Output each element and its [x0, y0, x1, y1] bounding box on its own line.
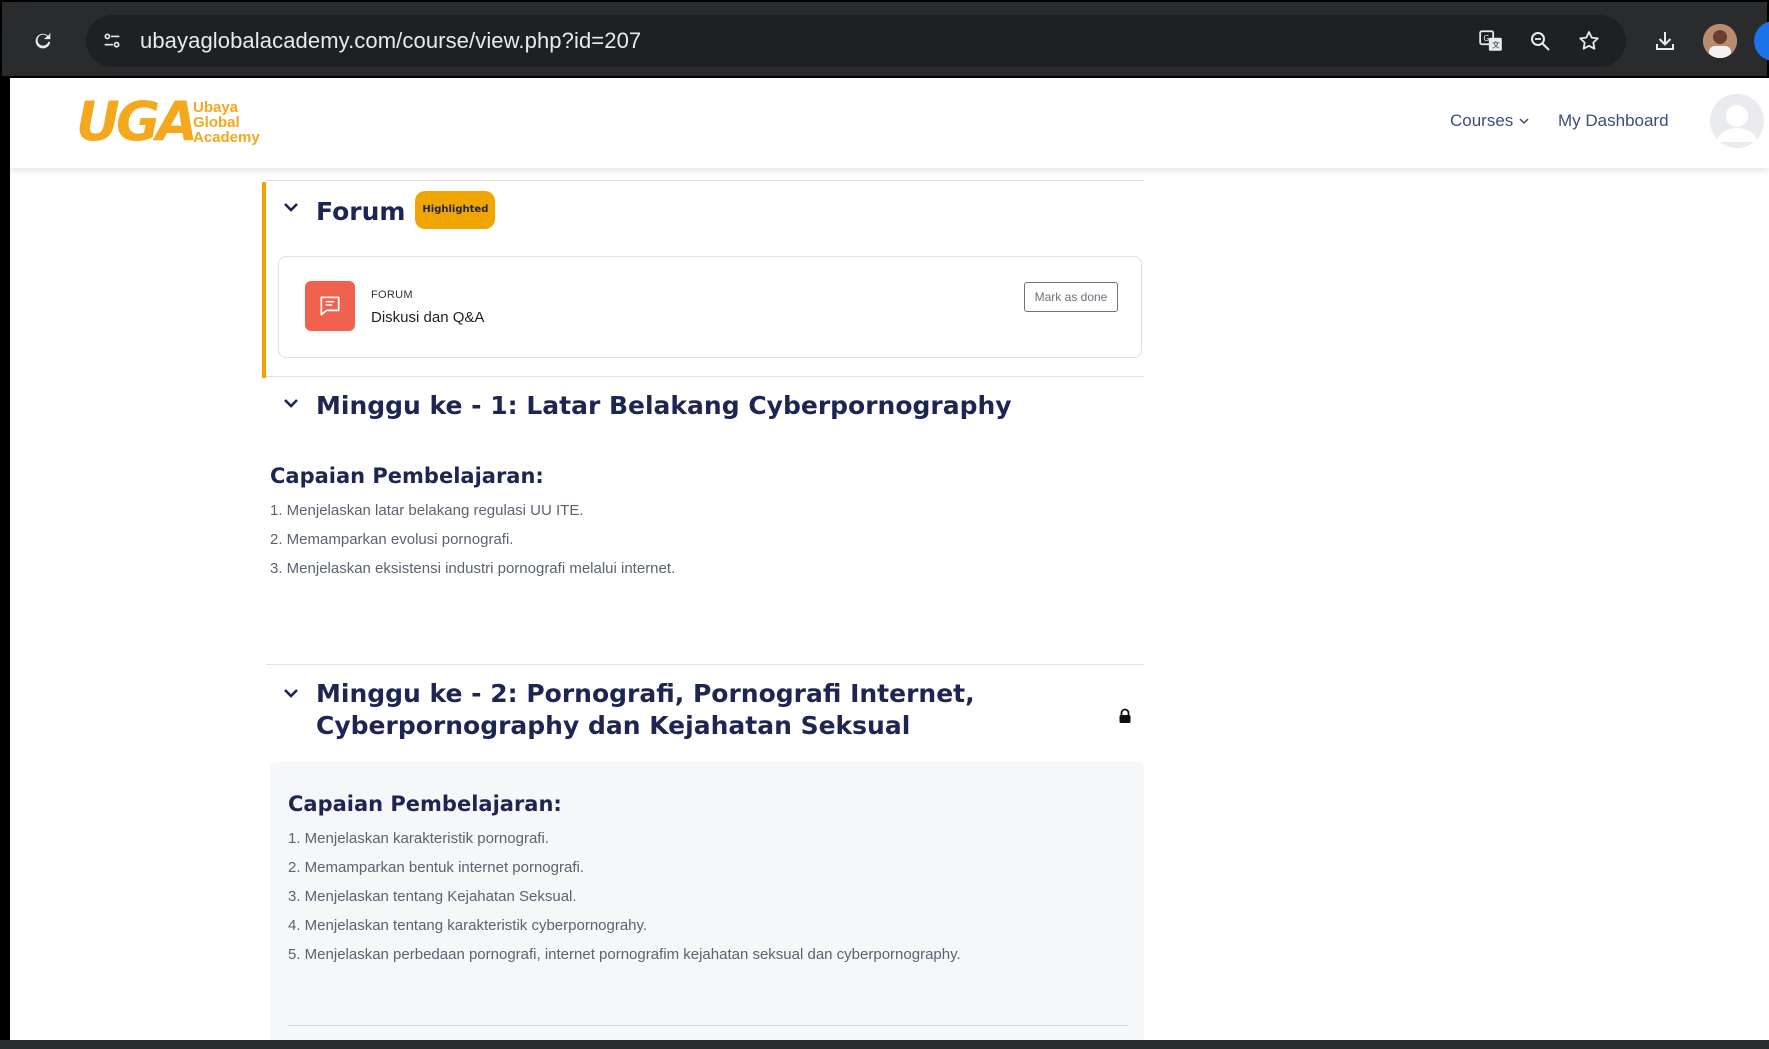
site-logo[interactable]: UGA Ubaya Global Academy — [76, 90, 276, 156]
week2-outcomes-list: 1. Menjelaskan karakteristik pornografi.… — [288, 824, 961, 969]
week2-learning-outcomes-heading: Capaian Pembelajaran: — [288, 792, 562, 816]
week2-title: Minggu ke - 2: Pornografi, Pornografi In… — [316, 679, 975, 740]
section-divider — [288, 1025, 1128, 1026]
svg-text:文: 文 — [1492, 40, 1500, 50]
zoom-icon[interactable] — [1525, 26, 1555, 56]
list-item: 3. Menjelaskan eksistensi industri porno… — [270, 560, 676, 577]
forum-activity-card[interactable]: FORUM Diskusi dan Q&A Mark as done — [278, 256, 1142, 358]
reload-icon[interactable] — [28, 26, 58, 56]
list-item: 2. Memamparkan evolusi pornografi. — [270, 531, 514, 548]
svg-text:G: G — [1483, 34, 1489, 43]
download-icon[interactable] — [1650, 26, 1680, 56]
url-text[interactable]: ubayaglobalacademy.com/course/view.php?i… — [140, 28, 641, 54]
forum-icon — [305, 281, 355, 331]
highlighted-badge: Highlighted — [415, 191, 496, 229]
activity-link[interactable]: Diskusi dan Q&A — [371, 309, 484, 326]
activity-type-label: FORUM — [371, 289, 413, 301]
translate-icon[interactable]: G文 — [1476, 26, 1506, 56]
user-avatar[interactable] — [1710, 94, 1764, 148]
section-divider — [266, 664, 1144, 665]
profile-avatar[interactable] — [1703, 24, 1737, 58]
week1-outcomes-list: 1. Menjelaskan latar belakang regulasi U… — [270, 496, 675, 583]
list-item: 1. Menjelaskan latar belakang regulasi U… — [270, 502, 584, 519]
chevron-down-icon[interactable] — [282, 678, 304, 706]
section-divider — [266, 376, 1144, 377]
site-navbar: UGA Ubaya Global Academy Courses My Dash… — [10, 78, 1769, 168]
nav-my-dashboard[interactable]: My Dashboard — [1558, 111, 1669, 131]
forum-section-title: Forum Highlighted — [316, 191, 496, 232]
mark-as-done-button[interactable]: Mark as done — [1024, 282, 1118, 312]
list-item: 3. Menjelaskan tentang Kejahatan Seksual… — [288, 888, 577, 905]
section-divider — [266, 180, 1144, 181]
lock-icon — [1119, 708, 1131, 723]
side-panel-icon[interactable] — [1754, 21, 1769, 61]
logo-wordmark: Ubaya Global Academy — [193, 99, 260, 146]
logo-mark: UGA — [76, 90, 198, 153]
list-item: 1. Menjelaskan karakteristik pornografi. — [288, 830, 549, 847]
browser-toolbar: ubayaglobalacademy.com/course/view.php?i… — [0, 0, 1769, 78]
list-item: 2. Memamparkan bentuk internet pornograf… — [288, 859, 584, 876]
window-frame — [0, 78, 10, 1049]
week1-title: Minggu ke - 1: Latar Belakang Cyberporno… — [316, 391, 1012, 420]
chevron-down-icon[interactable] — [282, 194, 304, 220]
chevron-down-icon[interactable] — [282, 390, 304, 416]
list-item: 5. Menjelaskan perbedaan pornografi, int… — [288, 946, 961, 963]
address-bar[interactable]: ubayaglobalacademy.com/course/view.php?i… — [86, 15, 1626, 67]
list-item: 4. Menjelaskan tentang karakteristik cyb… — [288, 917, 648, 934]
site-settings-icon[interactable] — [98, 27, 126, 55]
nav-courses[interactable]: Courses — [1450, 111, 1530, 131]
forum-section-header[interactable]: Forum Highlighted — [282, 191, 496, 232]
chevron-down-icon — [1519, 118, 1529, 125]
course-content: Forum Highlighted FORUM Diskusi dan Q&A M… — [10, 168, 1769, 1040]
week2-section-header[interactable]: Minggu ke - 2: Pornografi, Pornografi In… — [282, 678, 975, 742]
window-frame-bottom — [0, 1040, 1769, 1049]
week1-learning-outcomes-heading: Capaian Pembelajaran: — [270, 464, 544, 488]
bookmark-star-icon[interactable] — [1574, 26, 1604, 56]
week1-section-header[interactable]: Minggu ke - 1: Latar Belakang Cyberporno… — [282, 390, 1012, 422]
